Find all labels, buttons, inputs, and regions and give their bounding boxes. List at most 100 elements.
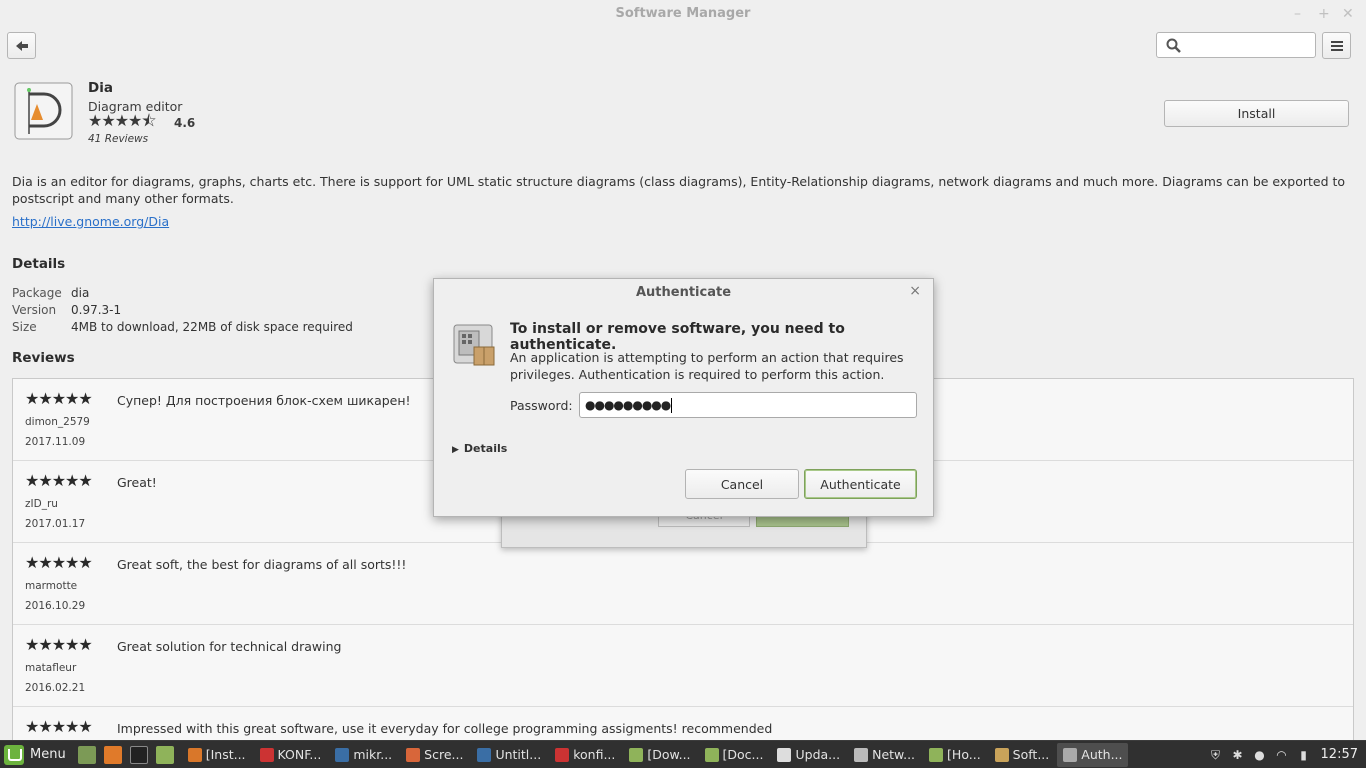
dialog-title: Authenticate: [635, 285, 732, 300]
window-title: Software Manager: [615, 6, 751, 21]
user-icon[interactable]: ●: [1253, 748, 1267, 762]
dia-app-icon: [14, 82, 73, 140]
taskbar-window-button[interactable]: mikr...: [329, 743, 398, 767]
battery-icon[interactable]: ▮: [1297, 748, 1311, 762]
window-app-icon: [629, 747, 644, 762]
rating-value: 4.6: [174, 116, 196, 130]
app-name: Dia: [88, 80, 113, 96]
reviews-count: 41 Reviews: [88, 133, 149, 145]
taskbar-window-label: Untitl...: [495, 747, 542, 762]
taskbar-window-button[interactable]: Untitl...: [471, 743, 547, 767]
review-stars: ★★★★★: [25, 635, 93, 654]
dialog-message: An application is attempting to perform …: [510, 350, 904, 382]
review-stars: ★★★★★: [25, 389, 93, 408]
window-app-icon: [335, 747, 350, 762]
taskbar-window-button[interactable]: [Doc...: [699, 743, 770, 767]
password-dots: ●●●●●●●●●: [585, 398, 671, 412]
detail-value-package: dia: [71, 286, 90, 300]
arrow-left-icon: [16, 41, 28, 51]
menu-button[interactable]: Menu: [30, 747, 66, 762]
taskbar-window-button[interactable]: [Dow...: [623, 743, 696, 767]
cancel-button[interactable]: Cancel: [685, 469, 799, 499]
review-item: ★★★★★ Great soft, the best for diagrams …: [13, 543, 1353, 625]
taskbar-window-label: [Dow...: [647, 747, 691, 762]
homepage-link[interactable]: http://live.gnome.org/Dia: [12, 214, 169, 229]
authenticate-button[interactable]: Authenticate: [804, 469, 917, 499]
mint-logo-icon[interactable]: [4, 744, 24, 765]
taskbar-window-label: Auth...: [1081, 747, 1123, 762]
taskbar-window-label: mikr...: [353, 747, 393, 762]
window-app-icon: [1063, 747, 1078, 762]
hamburger-menu-icon: [1331, 41, 1343, 51]
show-desktop-icon[interactable]: [77, 745, 96, 764]
taskbar-window-button[interactable]: Soft...: [989, 743, 1056, 767]
review-user: zID_ru: [25, 498, 58, 510]
minimize-icon[interactable]: –: [1294, 6, 1301, 22]
taskbar-window-button[interactable]: Netw...: [848, 743, 921, 767]
firefox-icon[interactable]: [103, 745, 122, 764]
shield-icon[interactable]: ⛨: [1209, 748, 1223, 762]
taskbar-window-button[interactable]: [Ho...: [923, 743, 987, 767]
back-button[interactable]: [7, 32, 36, 59]
window-app-icon: [929, 747, 944, 762]
expander-arrow-icon: ▶: [452, 445, 459, 455]
review-user: dimon_2579: [25, 416, 90, 428]
taskbar-window-button[interactable]: Scre...: [400, 743, 469, 767]
details-heading: Details: [12, 256, 66, 272]
taskbar-window-button[interactable]: KONF...: [254, 743, 328, 767]
terminal-icon[interactable]: [129, 745, 148, 764]
taskbar-window-button[interactable]: Upda...: [771, 743, 846, 767]
window-app-icon: [854, 747, 869, 762]
dialog-close-icon[interactable]: ×: [909, 283, 921, 299]
detail-label-package: Package: [12, 286, 62, 300]
review-text: Great solution for technical drawing: [117, 639, 342, 654]
review-date: 2017.01.17: [25, 518, 86, 530]
taskbar-window-label: [Inst...: [205, 747, 246, 762]
close-icon[interactable]: ✕: [1342, 6, 1354, 22]
details-expander-label: Details: [463, 442, 508, 455]
taskbar-window-label: [Ho...: [947, 747, 981, 762]
bluetooth-icon[interactable]: ✱: [1231, 748, 1245, 762]
taskbar-window-label: konfi...: [573, 747, 616, 762]
search-input[interactable]: [1156, 32, 1316, 58]
taskbar-window-label: [Doc...: [722, 747, 764, 762]
review-stars: ★★★★★: [25, 717, 93, 736]
maximize-icon[interactable]: +: [1318, 6, 1330, 22]
review-stars: ★★★★★: [25, 553, 93, 572]
review-date: 2016.10.29: [25, 600, 86, 612]
review-user: marmotte: [25, 580, 78, 592]
window-app-icon: [994, 747, 1009, 762]
review-stars: ★★★★★: [25, 471, 93, 490]
taskbar-window-label: Upda...: [795, 747, 841, 762]
main-menu-button[interactable]: [1322, 32, 1351, 59]
reviews-heading: Reviews: [12, 350, 75, 366]
taskbar-window-button[interactable]: Auth...: [1057, 742, 1129, 767]
window-app-icon: [777, 747, 792, 762]
review-user: matafleur: [25, 662, 77, 674]
window-app-icon: [704, 747, 719, 762]
window-app-icon: [259, 747, 274, 762]
taskbar-window-button[interactable]: konfi...: [549, 743, 621, 767]
network-icon[interactable]: ◠: [1275, 748, 1289, 762]
system-tray: ⛨ ✱ ● ◠ ▮ 12:57: [1201, 747, 1366, 762]
review-item: ★★★★★ Impressed with this great software…: [13, 707, 1353, 742]
taskbar-window-label: Soft...: [1012, 747, 1050, 762]
review-date: 2016.02.21: [25, 682, 86, 694]
window-app-icon: [477, 747, 492, 762]
review-date: 2017.11.09: [25, 436, 86, 448]
taskbar-window-button[interactable]: [Inst...: [182, 743, 252, 767]
app-description: Dia is an editor for diagrams, graphs, c…: [12, 174, 1346, 206]
taskbar: Menu [Inst... KONF... mikr... Scre... Untitl…: [0, 740, 1366, 768]
detail-label-size: Size: [12, 320, 37, 334]
clock[interactable]: 12:57: [1321, 747, 1358, 762]
window-app-icon: [406, 747, 421, 762]
install-button[interactable]: Install: [1164, 100, 1349, 127]
details-expander[interactable]: ▶ Details: [452, 442, 507, 455]
text-caret: [671, 398, 673, 413]
authenticate-dialog: Authenticate × To install or remove soft…: [433, 278, 934, 517]
security-package-icon: [453, 324, 495, 366]
rating-stars: ★★★★⯪: [88, 111, 157, 131]
files-icon[interactable]: [155, 745, 174, 764]
password-field[interactable]: ●●●●●●●●●: [579, 392, 917, 418]
review-text: Супер! Для построения блок-схем шикарен!: [117, 393, 411, 408]
